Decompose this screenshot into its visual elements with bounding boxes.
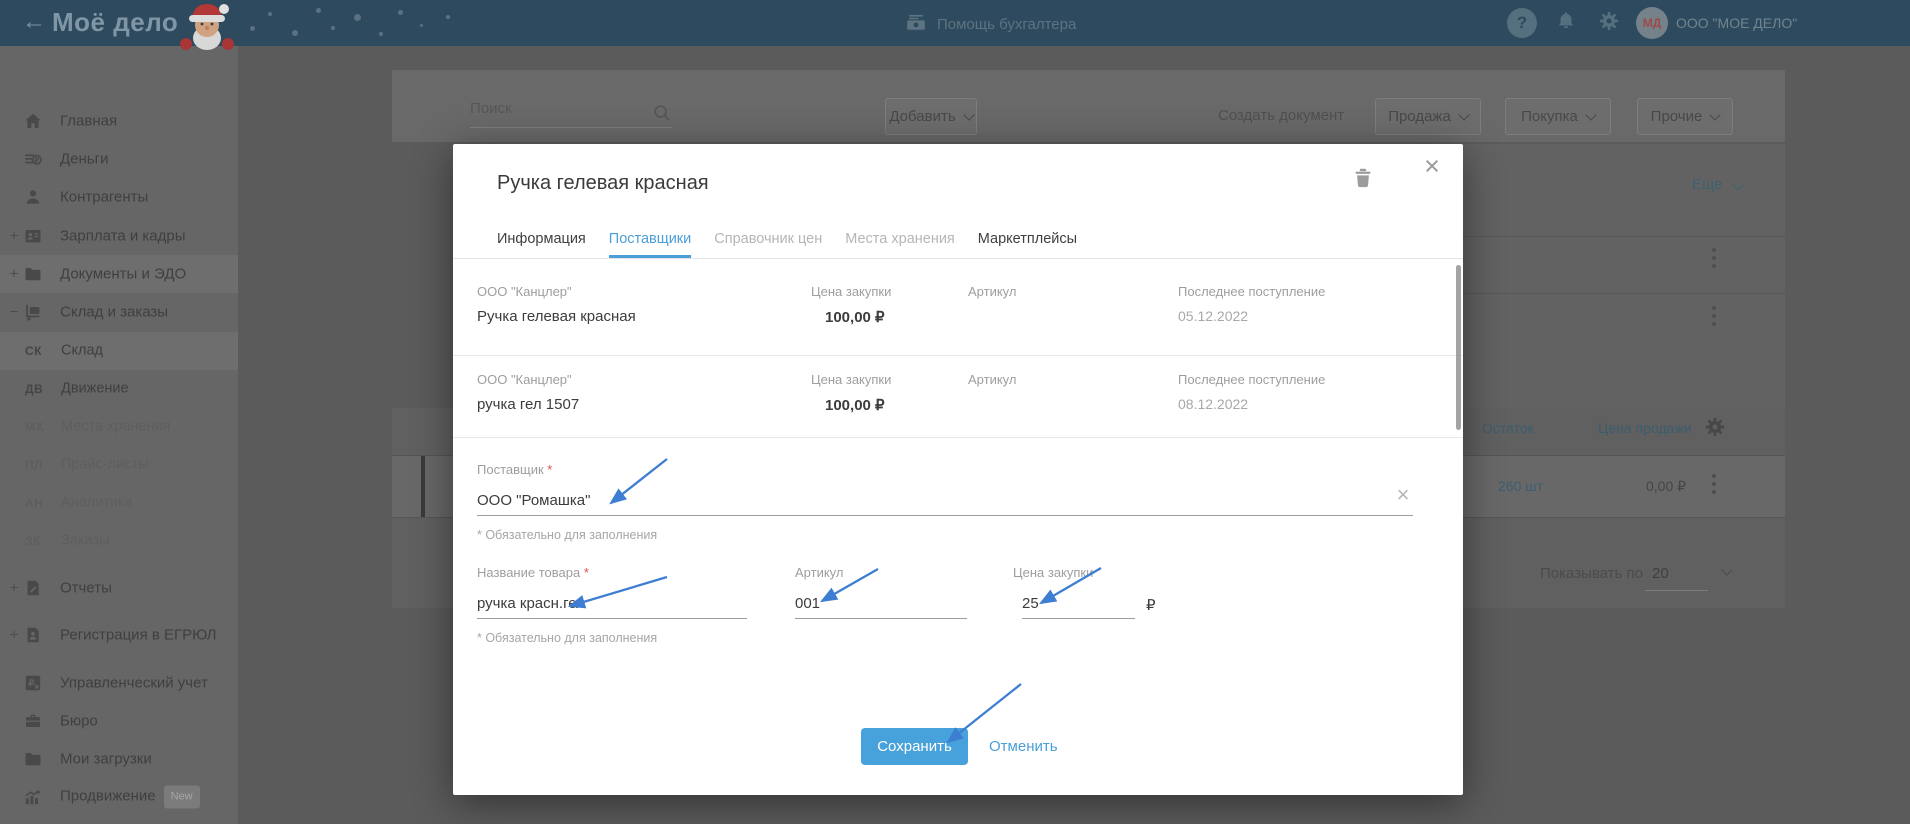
product-name-field-label: Название товара *	[477, 565, 589, 580]
product-name-field[interactable]	[477, 595, 747, 619]
required-hint: * Обязательно для заполнения	[477, 631, 658, 645]
clear-field-icon[interactable]: ×	[1391, 484, 1415, 508]
sku-label: Артикул	[968, 372, 1017, 387]
list-scrollbar[interactable]	[1456, 265, 1461, 430]
save-button[interactable]: Сохранить	[861, 728, 968, 765]
supplier-product: Ручка гелевая красная	[477, 308, 636, 325]
purchase-price-field[interactable]	[1022, 595, 1135, 619]
required-asterisk: *	[547, 462, 553, 477]
delete-button[interactable]	[1351, 166, 1375, 190]
last-receipt-date: 05.12.2022	[1178, 308, 1249, 324]
close-icon[interactable]: ×	[1415, 150, 1449, 184]
purchase-price-field-label: Цена закупки	[1013, 565, 1094, 580]
supplier-field[interactable]	[477, 492, 1413, 516]
supplier-field-label: Поставщик *	[477, 462, 553, 477]
dialog-title: Ручка гелевая красная	[497, 172, 709, 194]
purchase-price-value: 100,00 ₽	[825, 309, 885, 326]
supplier-org: ООО "Канцлер"	[477, 284, 572, 299]
tab-suppliers[interactable]: Поставщики	[608, 224, 692, 258]
purchase-price-label: Цена закупки	[811, 284, 892, 299]
required-asterisk: *	[583, 565, 589, 580]
supplier-product: ручка гел 1507	[477, 396, 580, 413]
currency-symbol: ₽	[1146, 597, 1156, 614]
app-canvas: ← Моё дело Помощь бухгалтера ? МД ООО "М…	[0, 0, 1910, 824]
sku-field[interactable]	[795, 595, 967, 619]
sku-field-label: Артикул	[795, 565, 844, 580]
product-dialog: Ручка гелевая красная × Информация Поста…	[453, 144, 1463, 795]
tab-information[interactable]: Информация	[497, 224, 586, 255]
required-hint: * Обязательно для заполнения	[477, 528, 658, 542]
supplier-list-item[interactable]: ООО "Канцлер" Ручка гелевая красная Цена…	[453, 266, 1463, 355]
last-receipt-date: 08.12.2022	[1178, 396, 1249, 412]
tab-price-reference[interactable]: Справочник цен	[714, 224, 822, 255]
tab-storage-places[interactable]: Места хранения	[845, 224, 955, 255]
sku-label: Артикул	[968, 284, 1017, 299]
purchase-price-value: 100,00 ₽	[825, 397, 885, 414]
list-divider	[453, 437, 1463, 438]
last-receipt-label: Последнее поступление	[1178, 284, 1326, 299]
supplier-org: ООО "Канцлер"	[477, 372, 572, 387]
purchase-price-label: Цена закупки	[811, 372, 892, 387]
dialog-tabbar: Информация Поставщики Справочник цен Мес…	[453, 224, 1463, 259]
cancel-button[interactable]: Отменить	[989, 737, 1058, 757]
supplier-list-item[interactable]: ООО "Канцлер" ручка гел 1507 Цена закупк…	[453, 356, 1463, 437]
tab-marketplaces[interactable]: Маркетплейсы	[978, 224, 1077, 255]
last-receipt-label: Последнее поступление	[1178, 372, 1326, 387]
